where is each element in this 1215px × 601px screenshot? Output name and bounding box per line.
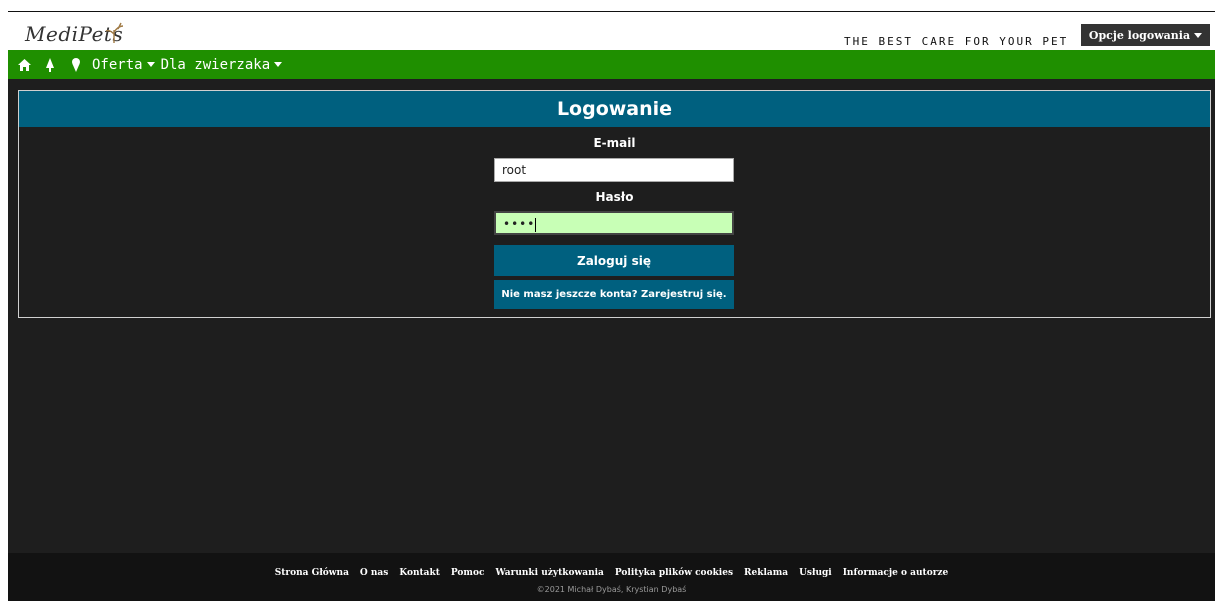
nav-item-dla-zwierzaka[interactable]: Dla zwierzaka (161, 57, 283, 73)
site-footer: Strona Główna O nas Kontakt Pomoc Warunk… (8, 553, 1215, 601)
email-field[interactable]: root (494, 158, 734, 182)
chevron-down-icon (274, 62, 283, 67)
text-cursor (535, 217, 537, 232)
site-header: MediPets THE BEST CARE FOR YOUR PET Opcj… (8, 12, 1215, 50)
password-field[interactable]: •••• (494, 211, 734, 235)
copyright-text: ©2021 Michał Dybaś, Krystian Dybaś (536, 585, 687, 594)
nav-item-oferta[interactable]: Oferta (92, 57, 155, 73)
chevron-down-icon (146, 62, 155, 67)
home-icon[interactable] (14, 55, 34, 75)
footer-link-o-nas[interactable]: O nas (360, 568, 388, 578)
nav-item-label: Dla zwierzaka (160, 56, 271, 73)
email-value: root (502, 163, 527, 177)
chevron-down-icon (1194, 32, 1203, 38)
footer-link-strona-glowna[interactable]: Strona Główna (275, 568, 349, 578)
tree-icon[interactable] (40, 55, 60, 75)
email-label: E-mail (593, 136, 636, 150)
site-tagline: THE BEST CARE FOR YOUR PET (844, 35, 1069, 48)
main-content: Logowanie E-mail root Hasło •••• Zaloguj… (8, 79, 1215, 553)
footer-link-cookies[interactable]: Polityka plików cookies (615, 568, 733, 578)
login-button[interactable]: Zaloguj się (494, 245, 734, 276)
leaf-sprig-icon (105, 22, 124, 43)
login-options-dropdown[interactable]: Opcje logowania (1081, 24, 1210, 46)
footer-link-pomoc[interactable]: Pomoc (451, 568, 485, 578)
register-button[interactable]: Nie masz jeszcze konta? Zarejestruj się. (494, 280, 734, 309)
login-title: Logowanie (19, 91, 1210, 127)
nav-item-label: Oferta (92, 56, 143, 73)
footer-link-warunki[interactable]: Warunki użytkowania (495, 568, 603, 578)
password-label: Hasło (595, 190, 634, 204)
footer-link-kontakt[interactable]: Kontakt (399, 568, 440, 578)
footer-link-uslugi[interactable]: Usługi (799, 568, 832, 578)
login-panel: Logowanie E-mail root Hasło •••• Zaloguj… (18, 90, 1211, 318)
password-value: •••• (503, 217, 536, 231)
main-nav: Oferta Dla zwierzaka (8, 50, 1215, 79)
footer-link-reklama[interactable]: Reklama (744, 568, 788, 578)
ice-cream-icon[interactable] (66, 55, 86, 75)
footer-links: Strona Główna O nas Kontakt Pomoc Warunk… (8, 568, 1215, 578)
login-options-label: Opcje logowania (1088, 28, 1191, 42)
footer-link-autor[interactable]: Informacje o autorze (843, 568, 949, 578)
